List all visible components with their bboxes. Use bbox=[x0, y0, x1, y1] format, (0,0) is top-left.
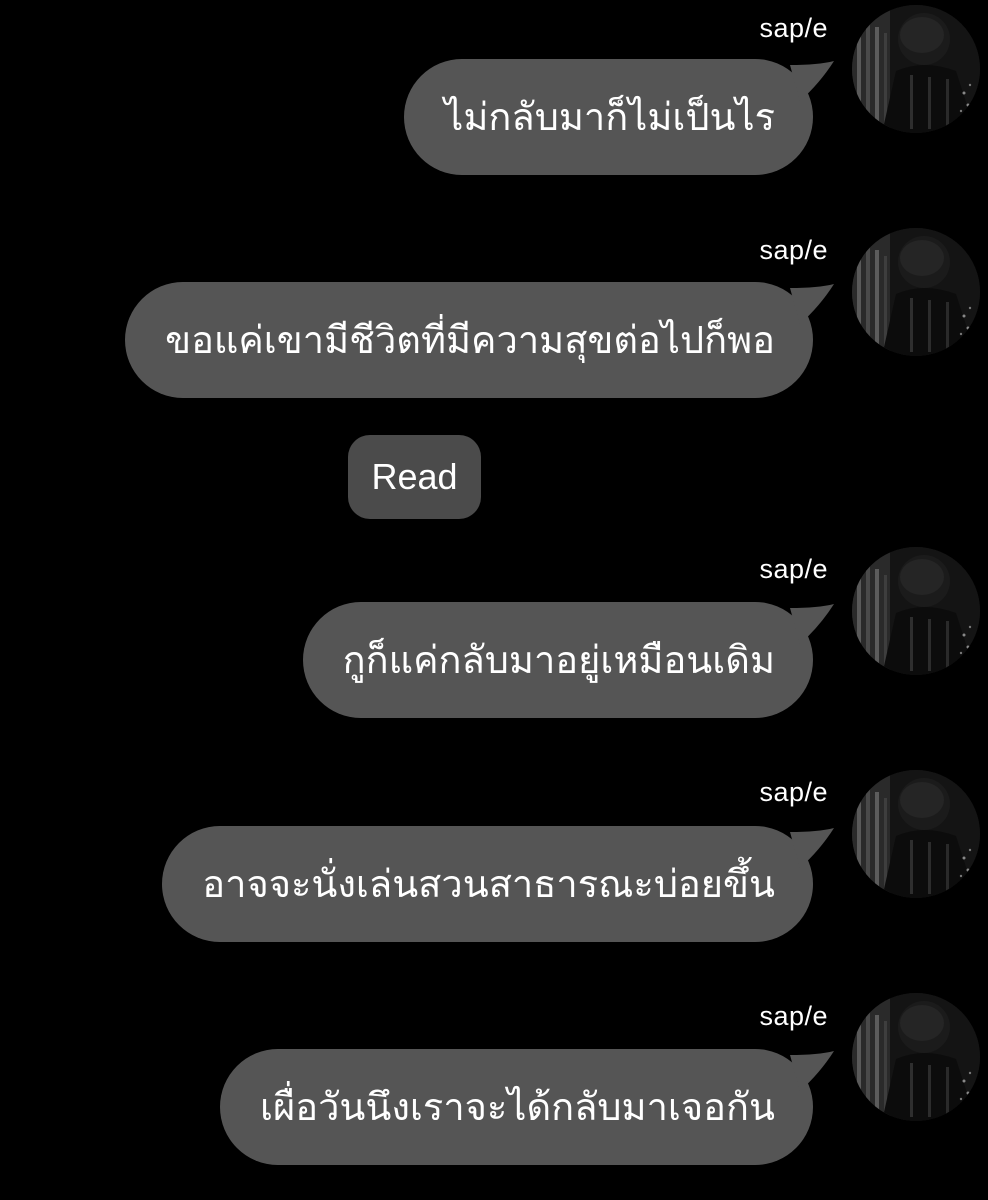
sender-name: sap/e bbox=[759, 235, 828, 265]
message-bubble[interactable]: อาจจะนั่งเล่นสวนสาธารณะบ่อยขึ้น bbox=[162, 826, 813, 942]
avatar[interactable] bbox=[852, 228, 980, 356]
message-bubble[interactable]: กูก็แค่กลับมาอยู่เหมือนเดิม bbox=[302, 602, 813, 718]
bubble-tail bbox=[790, 284, 834, 324]
profile-photo-icon bbox=[852, 228, 980, 356]
message-bubble[interactable]: ขอแค่เขามีชีวิตที่มีความสุขต่อไปก็พอ bbox=[125, 282, 813, 398]
bubble-tail bbox=[790, 828, 834, 868]
profile-photo-icon bbox=[852, 770, 980, 898]
bubble-tail bbox=[790, 1051, 834, 1091]
profile-photo-icon bbox=[852, 993, 980, 1121]
message-bubble[interactable]: ไม่กลับมาก็ไม่เป็นไร bbox=[404, 59, 813, 175]
chat-thread: sap/e ไม่กลับมาก็ไม่เป็นไร sap/e ขอแค่เข… bbox=[0, 0, 988, 1200]
avatar[interactable] bbox=[852, 547, 980, 675]
message-bubble[interactable]: เผื่อวันนึงเราจะได้กลับมาเจอกัน bbox=[220, 1049, 813, 1165]
profile-photo-icon bbox=[852, 547, 980, 675]
avatar[interactable] bbox=[852, 5, 980, 133]
profile-photo-icon bbox=[852, 5, 980, 133]
bubble-tail bbox=[790, 61, 834, 101]
read-receipt: Read bbox=[348, 435, 481, 519]
sender-name: sap/e bbox=[759, 1001, 828, 1031]
sender-name: sap/e bbox=[759, 777, 828, 807]
sender-name: sap/e bbox=[759, 13, 828, 43]
sender-name: sap/e bbox=[759, 554, 828, 584]
avatar[interactable] bbox=[852, 993, 980, 1121]
bubble-tail bbox=[790, 604, 834, 644]
avatar[interactable] bbox=[852, 770, 980, 898]
